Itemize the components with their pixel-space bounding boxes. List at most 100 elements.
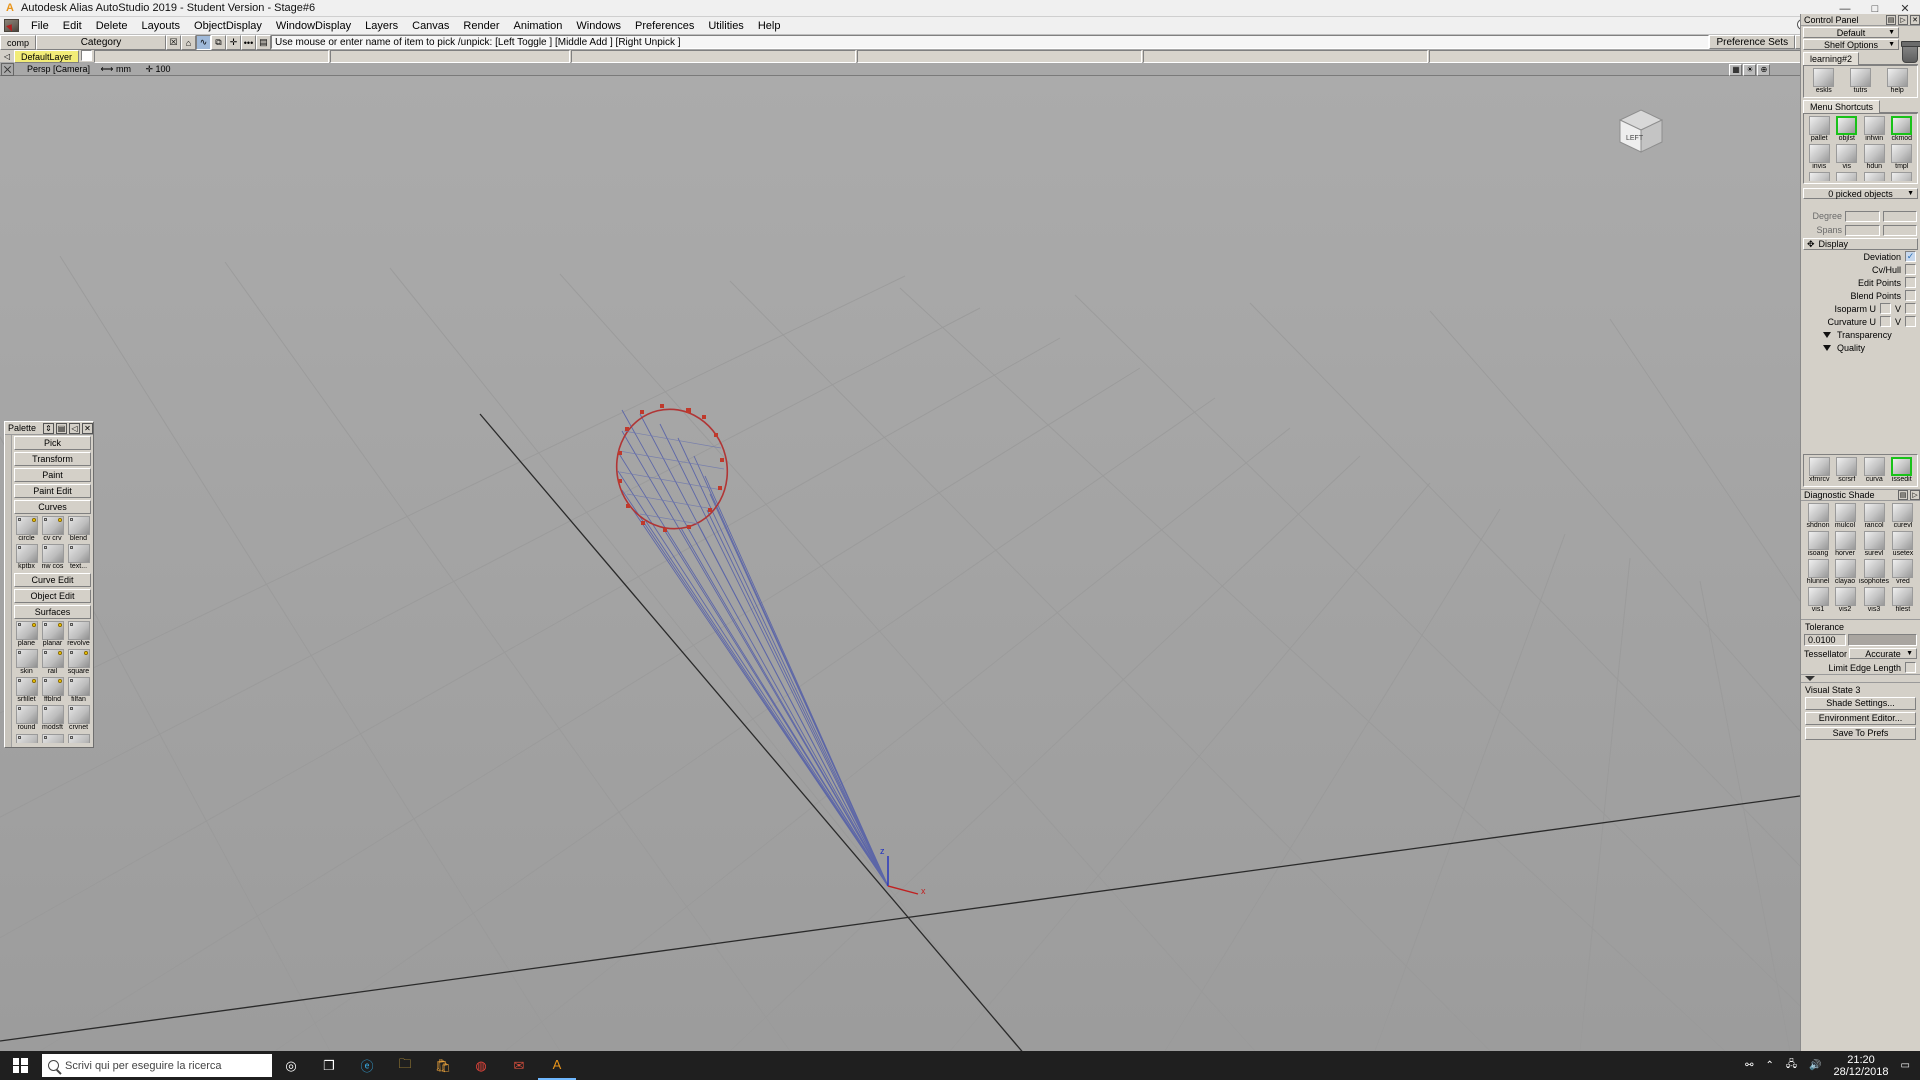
tool-blend[interactable]: blend <box>66 516 91 543</box>
shelf-item-tutrs[interactable]: tutrs <box>1843 68 1879 95</box>
palette-button-paint-edit[interactable]: Paint Edit <box>14 484 91 498</box>
tolerance-slider[interactable] <box>1848 634 1917 646</box>
tool-circle[interactable]: circle <box>14 516 39 543</box>
tool-ffblnd[interactable]: ffblnd <box>40 677 65 704</box>
light-toggle-icon[interactable]: ☀ <box>1743 63 1757 76</box>
editpoints-checkbox[interactable] <box>1905 277 1916 288</box>
curvature-v-checkbox[interactable] <box>1905 316 1916 327</box>
shelf-item-usetex[interactable]: usetex <box>1890 531 1916 558</box>
tool-round[interactable]: round <box>14 705 39 732</box>
volume-icon[interactable]: 🔊 <box>1809 1060 1821 1071</box>
isoparm-v-checkbox[interactable] <box>1905 303 1916 314</box>
tool-extra-2[interactable] <box>40 734 65 743</box>
shelf-item-issedit[interactable]: issedit <box>1889 457 1916 484</box>
menu-item-canvas[interactable]: Canvas <box>405 19 456 33</box>
menu-item-edit[interactable]: Edit <box>56 19 89 33</box>
menu-item-preferences[interactable]: Preferences <box>628 19 701 33</box>
shelf-item-shdnon[interactable]: shdnon <box>1805 503 1831 530</box>
tool-modsft[interactable]: modsft <box>40 705 65 732</box>
tool-skin[interactable]: skin <box>14 649 39 676</box>
menu-item-file[interactable]: File <box>24 19 56 33</box>
chevron-up-icon[interactable]: ⌃ <box>1765 1060 1773 1071</box>
shelf-item-extra-1[interactable] <box>1806 172 1833 181</box>
shelf-item-objlst[interactable]: objlst <box>1834 116 1861 143</box>
palette-window[interactable]: Palette ⇕ ▤ ◁ ✕ Pick Transform Paint Pai… <box>4 421 94 748</box>
transform-icon[interactable]: ⧉ <box>211 35 226 50</box>
display-section-header[interactable]: ✥ Display <box>1803 238 1918 250</box>
menu-item-layers[interactable]: Layers <box>358 19 405 33</box>
pick-box-icon[interactable]: ☒ <box>166 35 181 50</box>
clock[interactable]: 21:20 28/12/2018 <box>1833 1054 1888 1078</box>
shelf-item-invis[interactable]: invis <box>1806 144 1833 171</box>
cortana-icon[interactable]: ◎ <box>272 1051 310 1080</box>
tool-text[interactable]: text... <box>66 544 91 571</box>
shelf-item-vis1[interactable]: vis1 <box>1805 587 1831 614</box>
shelf-item-extra-3[interactable] <box>1861 172 1888 181</box>
preference-sets-button[interactable]: Preference Sets <box>1709 35 1796 49</box>
file-explorer-icon[interactable]: 🗀 <box>386 1051 424 1080</box>
tool-revolve[interactable]: revolve <box>66 621 91 648</box>
edge-icon[interactable]: ⓔ <box>348 1051 386 1080</box>
spans-u-field[interactable] <box>1845 224 1880 236</box>
shelf-item-hdun[interactable]: hdun <box>1861 144 1888 171</box>
task-view-icon[interactable]: ❐ <box>310 1051 348 1080</box>
palette-group-curves[interactable]: Curves <box>14 500 91 514</box>
menu-item-windowdisplay[interactable]: WindowDisplay <box>269 19 358 33</box>
save-to-prefs-button[interactable]: Save To Prefs <box>1805 727 1916 740</box>
close-icon[interactable]: ✕ <box>1910 14 1920 25</box>
layer-slot[interactable] <box>571 50 857 63</box>
shelf-item-scrsrf[interactable]: scrsrf <box>1834 457 1861 484</box>
palette-grip[interactable] <box>5 435 12 747</box>
curve-icon[interactable]: ∿ <box>196 35 211 50</box>
start-button[interactable] <box>0 1051 40 1080</box>
search-input[interactable]: Scrivi qui per eseguire la ricerca <box>42 1054 272 1077</box>
chrome-icon[interactable]: ◍ <box>462 1051 500 1080</box>
curvature-u-checkbox[interactable] <box>1879 316 1891 327</box>
palette-group-surfaces[interactable]: Surfaces <box>14 605 91 619</box>
tool-square[interactable]: square <box>66 649 91 676</box>
shelf-item-extra-2[interactable] <box>1834 172 1861 181</box>
book-icon[interactable] <box>0 17 22 35</box>
shelf-item-help[interactable]: help <box>1879 68 1915 95</box>
degree-u-field[interactable] <box>1845 210 1880 222</box>
chevron-right-icon[interactable]: ▷ <box>1910 490 1920 500</box>
dots-icon[interactable]: ••• <box>241 35 256 50</box>
shelf-item-isoang[interactable]: isoang <box>1805 531 1831 558</box>
shelf-item-pallet[interactable]: pallet <box>1806 116 1833 143</box>
menu-item-utilities[interactable]: Utilities <box>701 19 750 33</box>
trash-icon[interactable] <box>1901 41 1920 63</box>
alias-icon[interactable]: A <box>538 1051 576 1080</box>
tessellator-dropdown[interactable]: Accurate ▼ <box>1849 648 1917 659</box>
cvhull-checkbox[interactable] <box>1905 264 1916 275</box>
grid-toggle-icon[interactable]: ▦ <box>1729 63 1743 76</box>
tool-extra-3[interactable] <box>66 734 91 743</box>
tool-nw-cos[interactable]: nw cos <box>40 544 65 571</box>
tool-extra-1[interactable] <box>14 734 39 743</box>
blendpoints-checkbox[interactable] <box>1905 290 1916 301</box>
shade-settings-button[interactable]: Shade Settings... <box>1805 697 1916 710</box>
mail-icon[interactable]: ✉ <box>500 1051 538 1080</box>
palette-button-transform[interactable]: Transform <box>14 452 91 466</box>
preset-dropdown[interactable]: Default ▼ <box>1803 27 1899 38</box>
shelf-item-extra-4[interactable] <box>1889 172 1916 181</box>
shelf-item-ckmod[interactable]: ckmod <box>1889 116 1916 143</box>
layer-scroll-left-icon[interactable]: ◁ <box>0 50 14 62</box>
deviation-checkbox[interactable]: ✓ <box>1905 251 1916 262</box>
shelf-item-surevl[interactable]: surevl <box>1859 531 1889 558</box>
transparency-section[interactable]: Transparency <box>1801 328 1920 341</box>
list-icon[interactable]: ▤ <box>1898 490 1908 500</box>
degree-v-field[interactable] <box>1882 210 1917 222</box>
notification-icon[interactable]: ▭ <box>1901 1060 1910 1071</box>
tolerance-input[interactable]: 0.0100 <box>1804 634 1846 646</box>
tab-menu-shortcuts[interactable]: Menu Shortcuts <box>1803 100 1881 113</box>
tool-plane[interactable]: plane <box>14 621 39 648</box>
shelf-item-vis3[interactable]: vis3 <box>1859 587 1889 614</box>
shelf-item-rancol[interactable]: rancol <box>1859 503 1889 530</box>
shelf-item-hlunnel[interactable]: hlunnel <box>1805 559 1831 586</box>
shelf-options-dropdown[interactable]: Shelf Options ▼ <box>1803 39 1899 50</box>
tool-crvnet[interactable]: crvnet <box>66 705 91 732</box>
view-cube[interactable]: LEFT <box>1612 104 1670 160</box>
tool-planar[interactable]: planar <box>40 621 65 648</box>
layer-visibility-checkbox[interactable] <box>81 50 93 61</box>
palette-button-paint[interactable]: Paint <box>14 468 91 482</box>
